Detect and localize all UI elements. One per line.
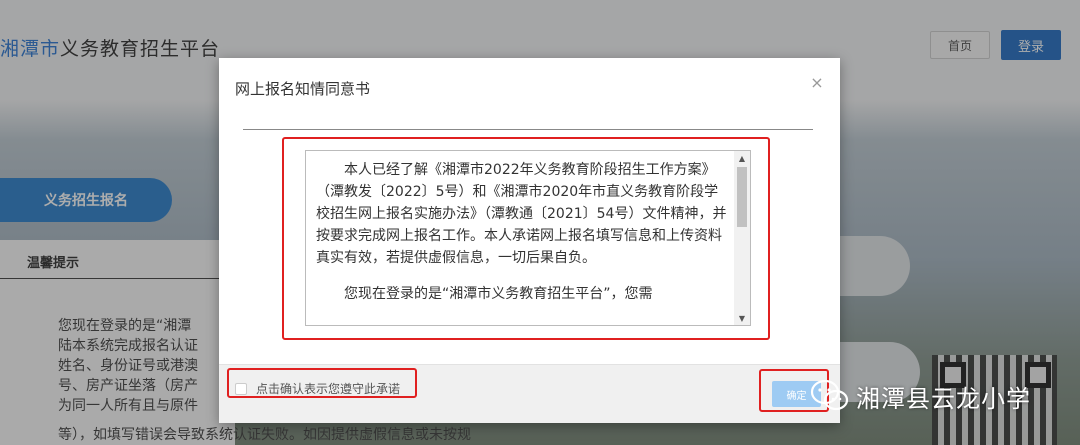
- scroll-up-icon[interactable]: ▲: [734, 151, 750, 165]
- consent-text: 本人已经了解《湘潭市2022年义务教育阶段招生工作方案》（潭教发〔2022〕5号…: [316, 159, 730, 319]
- watermark: 湘潭县云龙小学: [810, 376, 1031, 416]
- watermark-text: 湘潭县云龙小学: [856, 384, 1031, 413]
- close-icon[interactable]: ×: [807, 72, 827, 92]
- dialog-divider: [243, 129, 813, 130]
- scrollbar[interactable]: ▲ ▼: [734, 151, 750, 325]
- consent-text-box[interactable]: 本人已经了解《湘潭市2022年义务教育阶段招生工作方案》（潭教发〔2022〕5号…: [305, 150, 751, 326]
- agree-checkbox-label[interactable]: 点击确认表示您遵守此承诺: [256, 380, 400, 397]
- consent-paragraph: 本人已经了解《湘潭市2022年义务教育阶段招生工作方案》（潭教发〔2022〕5号…: [316, 162, 727, 266]
- scrollbar-thumb[interactable]: [737, 167, 747, 227]
- dialog-title: 网上报名知情同意书: [235, 80, 371, 98]
- consent-dialog: 网上报名知情同意书 × 本人已经了解《湘潭市2022年义务教育阶段招生工作方案》…: [219, 58, 840, 423]
- consent-paragraph: 您现在登录的是“湘潭市义务教育招生平台”，您需: [344, 286, 653, 302]
- scroll-down-icon[interactable]: ▼: [734, 311, 750, 325]
- wechat-icon: [810, 379, 850, 413]
- agree-checkbox[interactable]: [235, 383, 247, 395]
